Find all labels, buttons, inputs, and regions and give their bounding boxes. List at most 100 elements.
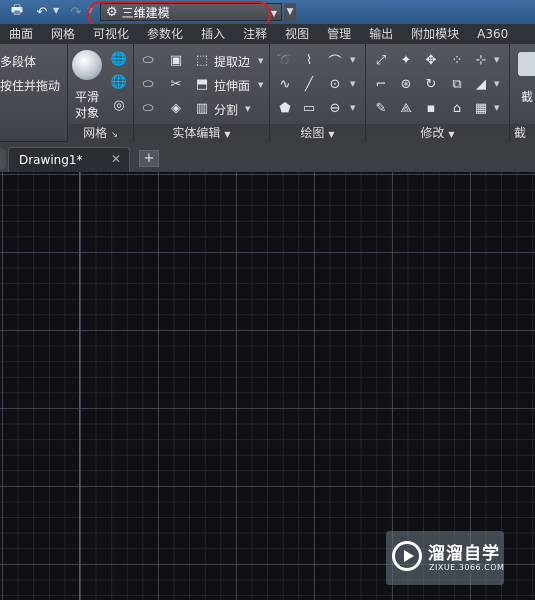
trim-dropdown-icon[interactable]: ▼ bbox=[494, 56, 499, 64]
file-tab-bar: Drawing1* ✕ + bbox=[0, 142, 535, 172]
ribbon: 多段体 按住并拖动 平滑 对象 🌐 🌐 ◎ 网格 ↘ ⬭ ⬭ ⬭ ▣ ✂ ◈ ⬚ … bbox=[0, 44, 535, 158]
trim-icon[interactable]: ⊹ bbox=[472, 51, 490, 69]
mesh-sphere-green-icon[interactable]: 🌐 bbox=[110, 50, 128, 68]
arc-icon[interactable]: ⌒ bbox=[326, 51, 344, 70]
helix-icon[interactable]: ➰ bbox=[276, 51, 294, 69]
launcher-icon: ↘ bbox=[111, 130, 118, 139]
subtract-icon[interactable]: ⬭ bbox=[139, 75, 157, 93]
separate-icon[interactable]: ▥ bbox=[193, 99, 211, 117]
chevron-down-icon: ▼ bbox=[224, 130, 231, 139]
scale-icon[interactable]: ▪ bbox=[422, 99, 440, 117]
tab-annotate[interactable]: 注释 bbox=[234, 24, 276, 44]
tab-a360[interactable]: A360 bbox=[468, 24, 517, 44]
tab-view[interactable]: 视图 bbox=[276, 24, 318, 44]
mesh-sphere-red-icon[interactable]: 🌐 bbox=[110, 73, 128, 91]
tab-manage[interactable]: 管理 bbox=[318, 24, 360, 44]
panel-title-section[interactable]: 截面 bbox=[510, 124, 535, 158]
tab-output[interactable]: 输出 bbox=[360, 24, 402, 44]
tab-surface[interactable]: 曲面 bbox=[0, 24, 42, 44]
start-tab[interactable] bbox=[0, 148, 6, 170]
new-drawing-button[interactable]: + bbox=[139, 150, 159, 167]
rotate-icon[interactable]: ↻ bbox=[422, 75, 440, 93]
move-icon[interactable]: ⤢ bbox=[372, 51, 390, 69]
line-icon[interactable]: ╱ bbox=[300, 75, 318, 93]
rectangle-icon[interactable]: ▭ bbox=[300, 99, 318, 117]
thicken-icon[interactable]: ◈ bbox=[167, 99, 185, 117]
extrude-faces-button[interactable]: 拉伸面 bbox=[214, 77, 250, 94]
chamfer-icon[interactable]: ◢ bbox=[472, 75, 490, 93]
hatch-icon[interactable]: ⌇ bbox=[300, 51, 318, 69]
intersect-icon[interactable]: ⬭ bbox=[139, 99, 157, 117]
separate-button[interactable]: 分割 bbox=[214, 101, 238, 118]
watermark: 溜溜自学 ZIXUE.3066.COM bbox=[386, 531, 504, 585]
panel-title-modify-label: 修改 bbox=[420, 126, 445, 140]
close-icon[interactable]: ✕ bbox=[111, 152, 121, 166]
mirror-dropdown-icon[interactable]: ▼ bbox=[494, 104, 499, 112]
3d-scale-icon[interactable]: ⟁ bbox=[397, 99, 415, 117]
panel-title-solid-editing[interactable]: 实体编辑 ▼ bbox=[134, 124, 269, 142]
mirror-grid-icon[interactable]: ▦ bbox=[472, 99, 490, 117]
polygon-icon[interactable]: ⬟ bbox=[276, 99, 294, 117]
3d-rotate-icon[interactable]: ⊛ bbox=[397, 75, 415, 93]
union-icon[interactable]: ⬭ bbox=[139, 51, 157, 69]
extrude-faces-dropdown-icon[interactable]: ▼ bbox=[258, 81, 263, 89]
panel-mesh: 平滑 对象 🌐 🌐 ◎ 网格 ↘ bbox=[68, 44, 134, 142]
panel-title-mesh[interactable]: 网格 ↘ bbox=[68, 124, 133, 142]
polysolid-button[interactable]: 多段体 bbox=[0, 53, 36, 70]
extract-edges-button[interactable]: 提取边 bbox=[214, 53, 250, 70]
array-icon[interactable]: ⁘ bbox=[448, 51, 466, 69]
section-plane-label: 截 bbox=[521, 90, 534, 104]
panel-section-partial: 截 截面 bbox=[510, 44, 535, 158]
chevron-down-icon: ▼ bbox=[270, 9, 277, 18]
extract-edges-dropdown-icon[interactable]: ▼ bbox=[258, 57, 263, 65]
circle-dropdown-icon[interactable]: ▼ bbox=[350, 80, 355, 88]
panel-title-draw[interactable]: 绘图 ▼ bbox=[270, 124, 365, 142]
ellipse-dropdown-icon[interactable]: ▼ bbox=[350, 104, 355, 112]
arc-dropdown-icon[interactable]: ▼ bbox=[350, 56, 355, 64]
tab-parametric[interactable]: 参数化 bbox=[138, 24, 192, 44]
3d-align-icon[interactable]: ✦ bbox=[397, 51, 415, 69]
mesh-refine-icon[interactable]: ◎ bbox=[110, 96, 128, 114]
section-plane-icon[interactable] bbox=[518, 52, 535, 76]
panel-title-modify[interactable]: 修改 ▼ bbox=[366, 124, 509, 142]
customize-qat-icon[interactable]: ▼ bbox=[284, 3, 296, 21]
ellipse-icon[interactable]: ⊖ bbox=[326, 99, 344, 117]
presspull-button[interactable]: 按住并拖动 bbox=[0, 77, 60, 94]
ribbon-tabs: 曲面 网格 可视化 参数化 插入 注释 视图 管理 输出 附加模块 A360 bbox=[0, 24, 535, 44]
slice-icon[interactable]: ✂ bbox=[167, 75, 185, 93]
panel-title-solid-editing-label: 实体编辑 bbox=[172, 126, 221, 140]
watermark-title: 溜溜自学 bbox=[428, 544, 500, 564]
tab-insert[interactable]: 插入 bbox=[192, 24, 234, 44]
spline-icon[interactable]: ∿ bbox=[276, 75, 294, 93]
undo-icon[interactable]: ↶ bbox=[33, 3, 51, 21]
smooth-object-icon[interactable] bbox=[72, 50, 102, 80]
print-icon[interactable]: 🖶 bbox=[8, 3, 26, 21]
fillet-icon[interactable]: ⌐ bbox=[372, 75, 390, 93]
copy-icon[interactable]: ⧉ bbox=[448, 75, 466, 93]
separate-dropdown-icon[interactable]: ▼ bbox=[245, 105, 250, 113]
3d-move-icon[interactable]: ✥ bbox=[422, 51, 440, 69]
watermark-subtitle: ZIXUE.3066.COM bbox=[429, 563, 505, 572]
interfere-icon[interactable]: ▣ bbox=[167, 51, 185, 69]
panel-title-mesh-label: 网格 bbox=[83, 126, 108, 140]
smooth-object-label-line1: 平滑 bbox=[75, 90, 100, 104]
panel-modify: ⤢ ✦ ✥ ⁘ ⊹ ▼ ⌐ ⊛ ↻ ⧉ ◢ ▼ ✎ ⟁ ▪ ⌂ ▦ ▼ 修改 ▼ bbox=[366, 44, 510, 142]
circle-icon[interactable]: ⊙ bbox=[326, 75, 344, 93]
drawing-tab-label: Drawing1* bbox=[19, 153, 83, 167]
tab-visualize[interactable]: 可视化 bbox=[84, 24, 138, 44]
erase-icon[interactable]: ✎ bbox=[372, 99, 390, 117]
panel-modeling-partial: 多段体 按住并拖动 bbox=[0, 44, 68, 142]
quick-access-toolbar: 🖶 ↶ ▼ ↷ ▼ ⚙ 三维建模 ▼ ▼ bbox=[0, 0, 535, 28]
tab-drawing1[interactable]: Drawing1* ✕ bbox=[8, 147, 130, 172]
tab-mesh[interactable]: 网格 bbox=[42, 24, 84, 44]
redo-icon[interactable]: ↷ bbox=[67, 3, 85, 21]
tab-addins[interactable]: 附加模块 bbox=[402, 24, 468, 44]
extract-edges-icon[interactable]: ⬚ bbox=[193, 51, 211, 69]
offset-icon[interactable]: ⌂ bbox=[448, 99, 466, 117]
panel-title-draw-label: 绘图 bbox=[300, 126, 325, 140]
chevron-down-icon: ▼ bbox=[448, 130, 455, 139]
panel-solid-editing: ⬭ ⬭ ⬭ ▣ ✂ ◈ ⬚ 提取边 ▼ ⬒ 拉伸面 ▼ ▥ 分割 ▼ 实体编辑 ▼ bbox=[134, 44, 270, 142]
chamfer-dropdown-icon[interactable]: ▼ bbox=[494, 80, 499, 88]
extrude-faces-icon[interactable]: ⬒ bbox=[193, 75, 211, 93]
undo-dropdown-icon[interactable]: ▼ bbox=[53, 7, 61, 15]
